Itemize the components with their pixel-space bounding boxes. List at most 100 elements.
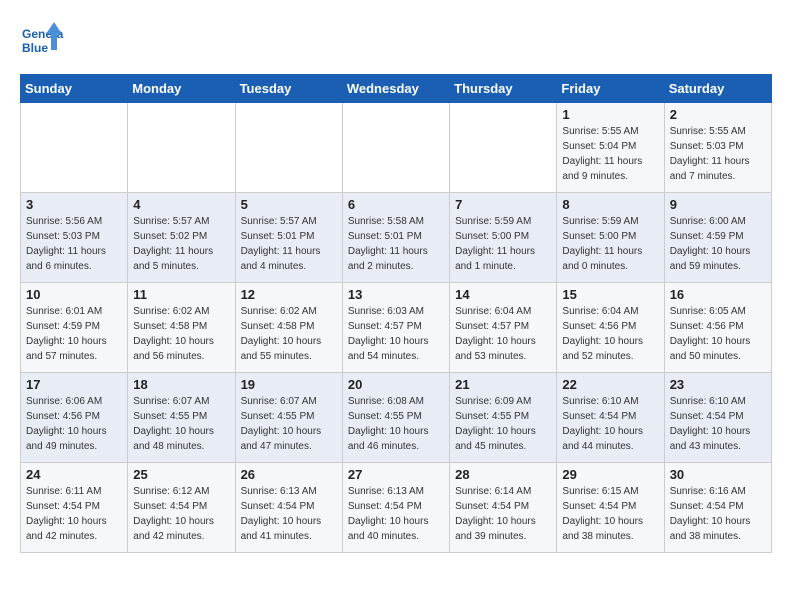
day-info: Sunrise: 5:59 AMSunset: 5:00 PMDaylight:… [562, 214, 658, 274]
calendar-body: 1 Sunrise: 5:55 AMSunset: 5:04 PMDaylight… [21, 103, 772, 553]
weekday-header-friday: Friday [557, 75, 664, 103]
day-number: 16 [670, 287, 766, 302]
day-number: 19 [241, 377, 337, 392]
day-number: 27 [348, 467, 444, 482]
day-info: Sunrise: 5:57 AMSunset: 5:01 PMDaylight:… [241, 214, 337, 274]
weekday-header-tuesday: Tuesday [235, 75, 342, 103]
day-number: 18 [133, 377, 229, 392]
day-number: 20 [348, 377, 444, 392]
day-number: 5 [241, 197, 337, 212]
day-number: 11 [133, 287, 229, 302]
calendar-cell: 6 Sunrise: 5:58 AMSunset: 5:01 PMDaylight… [342, 193, 449, 283]
calendar-week-4: 17 Sunrise: 6:06 AMSunset: 4:56 PMDayligh… [21, 373, 772, 463]
calendar-cell: 13 Sunrise: 6:03 AMSunset: 4:57 PMDayligh… [342, 283, 449, 373]
logo: General Blue [20, 20, 64, 64]
calendar-cell: 26 Sunrise: 6:13 AMSunset: 4:54 PMDayligh… [235, 463, 342, 553]
calendar-cell: 27 Sunrise: 6:13 AMSunset: 4:54 PMDayligh… [342, 463, 449, 553]
calendar-cell [342, 103, 449, 193]
calendar-cell: 30 Sunrise: 6:16 AMSunset: 4:54 PMDayligh… [664, 463, 771, 553]
calendar-cell: 5 Sunrise: 5:57 AMSunset: 5:01 PMDaylight… [235, 193, 342, 283]
day-info: Sunrise: 5:58 AMSunset: 5:01 PMDaylight:… [348, 214, 444, 274]
calendar-cell: 10 Sunrise: 6:01 AMSunset: 4:59 PMDayligh… [21, 283, 128, 373]
calendar-cell [235, 103, 342, 193]
calendar-cell: 7 Sunrise: 5:59 AMSunset: 5:00 PMDaylight… [450, 193, 557, 283]
calendar-cell: 4 Sunrise: 5:57 AMSunset: 5:02 PMDaylight… [128, 193, 235, 283]
day-number: 7 [455, 197, 551, 212]
day-number: 4 [133, 197, 229, 212]
header: General Blue [20, 20, 772, 64]
day-info: Sunrise: 6:16 AMSunset: 4:54 PMDaylight:… [670, 484, 766, 544]
logo-svg: General Blue [20, 20, 64, 64]
calendar-cell: 19Sunrise: 6:07 AMSunset: 4:55 PMDayligh… [235, 373, 342, 463]
day-number: 24 [26, 467, 122, 482]
calendar-cell [128, 103, 235, 193]
day-number: 2 [670, 107, 766, 122]
calendar-cell: 1 Sunrise: 5:55 AMSunset: 5:04 PMDaylight… [557, 103, 664, 193]
calendar-cell: 29Sunrise: 6:15 AMSunset: 4:54 PMDayligh… [557, 463, 664, 553]
day-info: Sunrise: 6:03 AMSunset: 4:57 PMDaylight:… [348, 304, 444, 364]
weekday-header-saturday: Saturday [664, 75, 771, 103]
day-info: Sunrise: 6:08 AMSunset: 4:55 PMDaylight:… [348, 394, 444, 454]
calendar-week-3: 10 Sunrise: 6:01 AMSunset: 4:59 PMDayligh… [21, 283, 772, 373]
day-info: Sunrise: 6:01 AMSunset: 4:59 PMDaylight:… [26, 304, 122, 364]
calendar-cell: 15 Sunrise: 6:04 AMSunset: 4:56 PMDayligh… [557, 283, 664, 373]
day-info: Sunrise: 6:07 AMSunset: 4:55 PMDaylight:… [133, 394, 229, 454]
day-number: 8 [562, 197, 658, 212]
day-number: 13 [348, 287, 444, 302]
day-number: 26 [241, 467, 337, 482]
day-number: 21 [455, 377, 551, 392]
day-info: Sunrise: 6:02 AMSunset: 4:58 PMDaylight:… [241, 304, 337, 364]
day-info: Sunrise: 5:56 AMSunset: 5:03 PMDaylight:… [26, 214, 122, 274]
day-info: Sunrise: 5:59 AMSunset: 5:00 PMDaylight:… [455, 214, 551, 274]
day-info: Sunrise: 6:04 AMSunset: 4:56 PMDaylight:… [562, 304, 658, 364]
day-info: Sunrise: 6:13 AMSunset: 4:54 PMDaylight:… [241, 484, 337, 544]
calendar-cell: 28Sunrise: 6:14 AMSunset: 4:54 PMDayligh… [450, 463, 557, 553]
calendar-cell: 24 Sunrise: 6:11 AMSunset: 4:54 PMDayligh… [21, 463, 128, 553]
day-number: 30 [670, 467, 766, 482]
day-info: Sunrise: 6:12 AMSunset: 4:54 PMDaylight:… [133, 484, 229, 544]
weekday-header-wednesday: Wednesday [342, 75, 449, 103]
calendar-cell [21, 103, 128, 193]
calendar-cell: 8 Sunrise: 5:59 AMSunset: 5:00 PMDaylight… [557, 193, 664, 283]
day-info: Sunrise: 6:05 AMSunset: 4:56 PMDaylight:… [670, 304, 766, 364]
day-number: 17 [26, 377, 122, 392]
calendar-table: SundayMondayTuesdayWednesdayThursdayFrid… [20, 74, 772, 553]
day-info: Sunrise: 6:14 AMSunset: 4:54 PMDaylight:… [455, 484, 551, 544]
calendar-cell: 23 Sunrise: 6:10 AMSunset: 4:54 PMDayligh… [664, 373, 771, 463]
day-info: Sunrise: 5:55 AMSunset: 5:03 PMDaylight:… [670, 124, 766, 184]
day-number: 3 [26, 197, 122, 212]
calendar-cell: 12Sunrise: 6:02 AMSunset: 4:58 PMDayligh… [235, 283, 342, 373]
weekday-header-sunday: Sunday [21, 75, 128, 103]
day-info: Sunrise: 6:00 AMSunset: 4:59 PMDaylight:… [670, 214, 766, 274]
svg-text:Blue: Blue [22, 41, 48, 55]
day-number: 29 [562, 467, 658, 482]
day-number: 9 [670, 197, 766, 212]
day-number: 22 [562, 377, 658, 392]
day-info: Sunrise: 6:06 AMSunset: 4:56 PMDaylight:… [26, 394, 122, 454]
calendar-week-2: 3 Sunrise: 5:56 AMSunset: 5:03 PMDaylight… [21, 193, 772, 283]
day-number: 15 [562, 287, 658, 302]
day-info: Sunrise: 6:04 AMSunset: 4:57 PMDaylight:… [455, 304, 551, 364]
day-number: 25 [133, 467, 229, 482]
calendar-week-5: 24 Sunrise: 6:11 AMSunset: 4:54 PMDayligh… [21, 463, 772, 553]
day-number: 1 [562, 107, 658, 122]
day-info: Sunrise: 5:57 AMSunset: 5:02 PMDaylight:… [133, 214, 229, 274]
day-number: 6 [348, 197, 444, 212]
day-info: Sunrise: 6:10 AMSunset: 4:54 PMDaylight:… [670, 394, 766, 454]
day-number: 10 [26, 287, 122, 302]
calendar-cell: 16 Sunrise: 6:05 AMSunset: 4:56 PMDayligh… [664, 283, 771, 373]
calendar-cell: 25 Sunrise: 6:12 AMSunset: 4:54 PMDayligh… [128, 463, 235, 553]
calendar-cell: 9 Sunrise: 6:00 AMSunset: 4:59 PMDaylight… [664, 193, 771, 283]
calendar-cell: 11Sunrise: 6:02 AMSunset: 4:58 PMDayligh… [128, 283, 235, 373]
weekday-header-monday: Monday [128, 75, 235, 103]
calendar-cell: 20 Sunrise: 6:08 AMSunset: 4:55 PMDayligh… [342, 373, 449, 463]
day-info: Sunrise: 6:11 AMSunset: 4:54 PMDaylight:… [26, 484, 122, 544]
calendar-week-1: 1 Sunrise: 5:55 AMSunset: 5:04 PMDaylight… [21, 103, 772, 193]
calendar-cell: 17 Sunrise: 6:06 AMSunset: 4:56 PMDayligh… [21, 373, 128, 463]
day-info: Sunrise: 5:55 AMSunset: 5:04 PMDaylight:… [562, 124, 658, 184]
day-info: Sunrise: 6:13 AMSunset: 4:54 PMDaylight:… [348, 484, 444, 544]
calendar-header-row: SundayMondayTuesdayWednesdayThursdayFrid… [21, 75, 772, 103]
weekday-header-thursday: Thursday [450, 75, 557, 103]
calendar-cell: 3 Sunrise: 5:56 AMSunset: 5:03 PMDaylight… [21, 193, 128, 283]
day-number: 23 [670, 377, 766, 392]
